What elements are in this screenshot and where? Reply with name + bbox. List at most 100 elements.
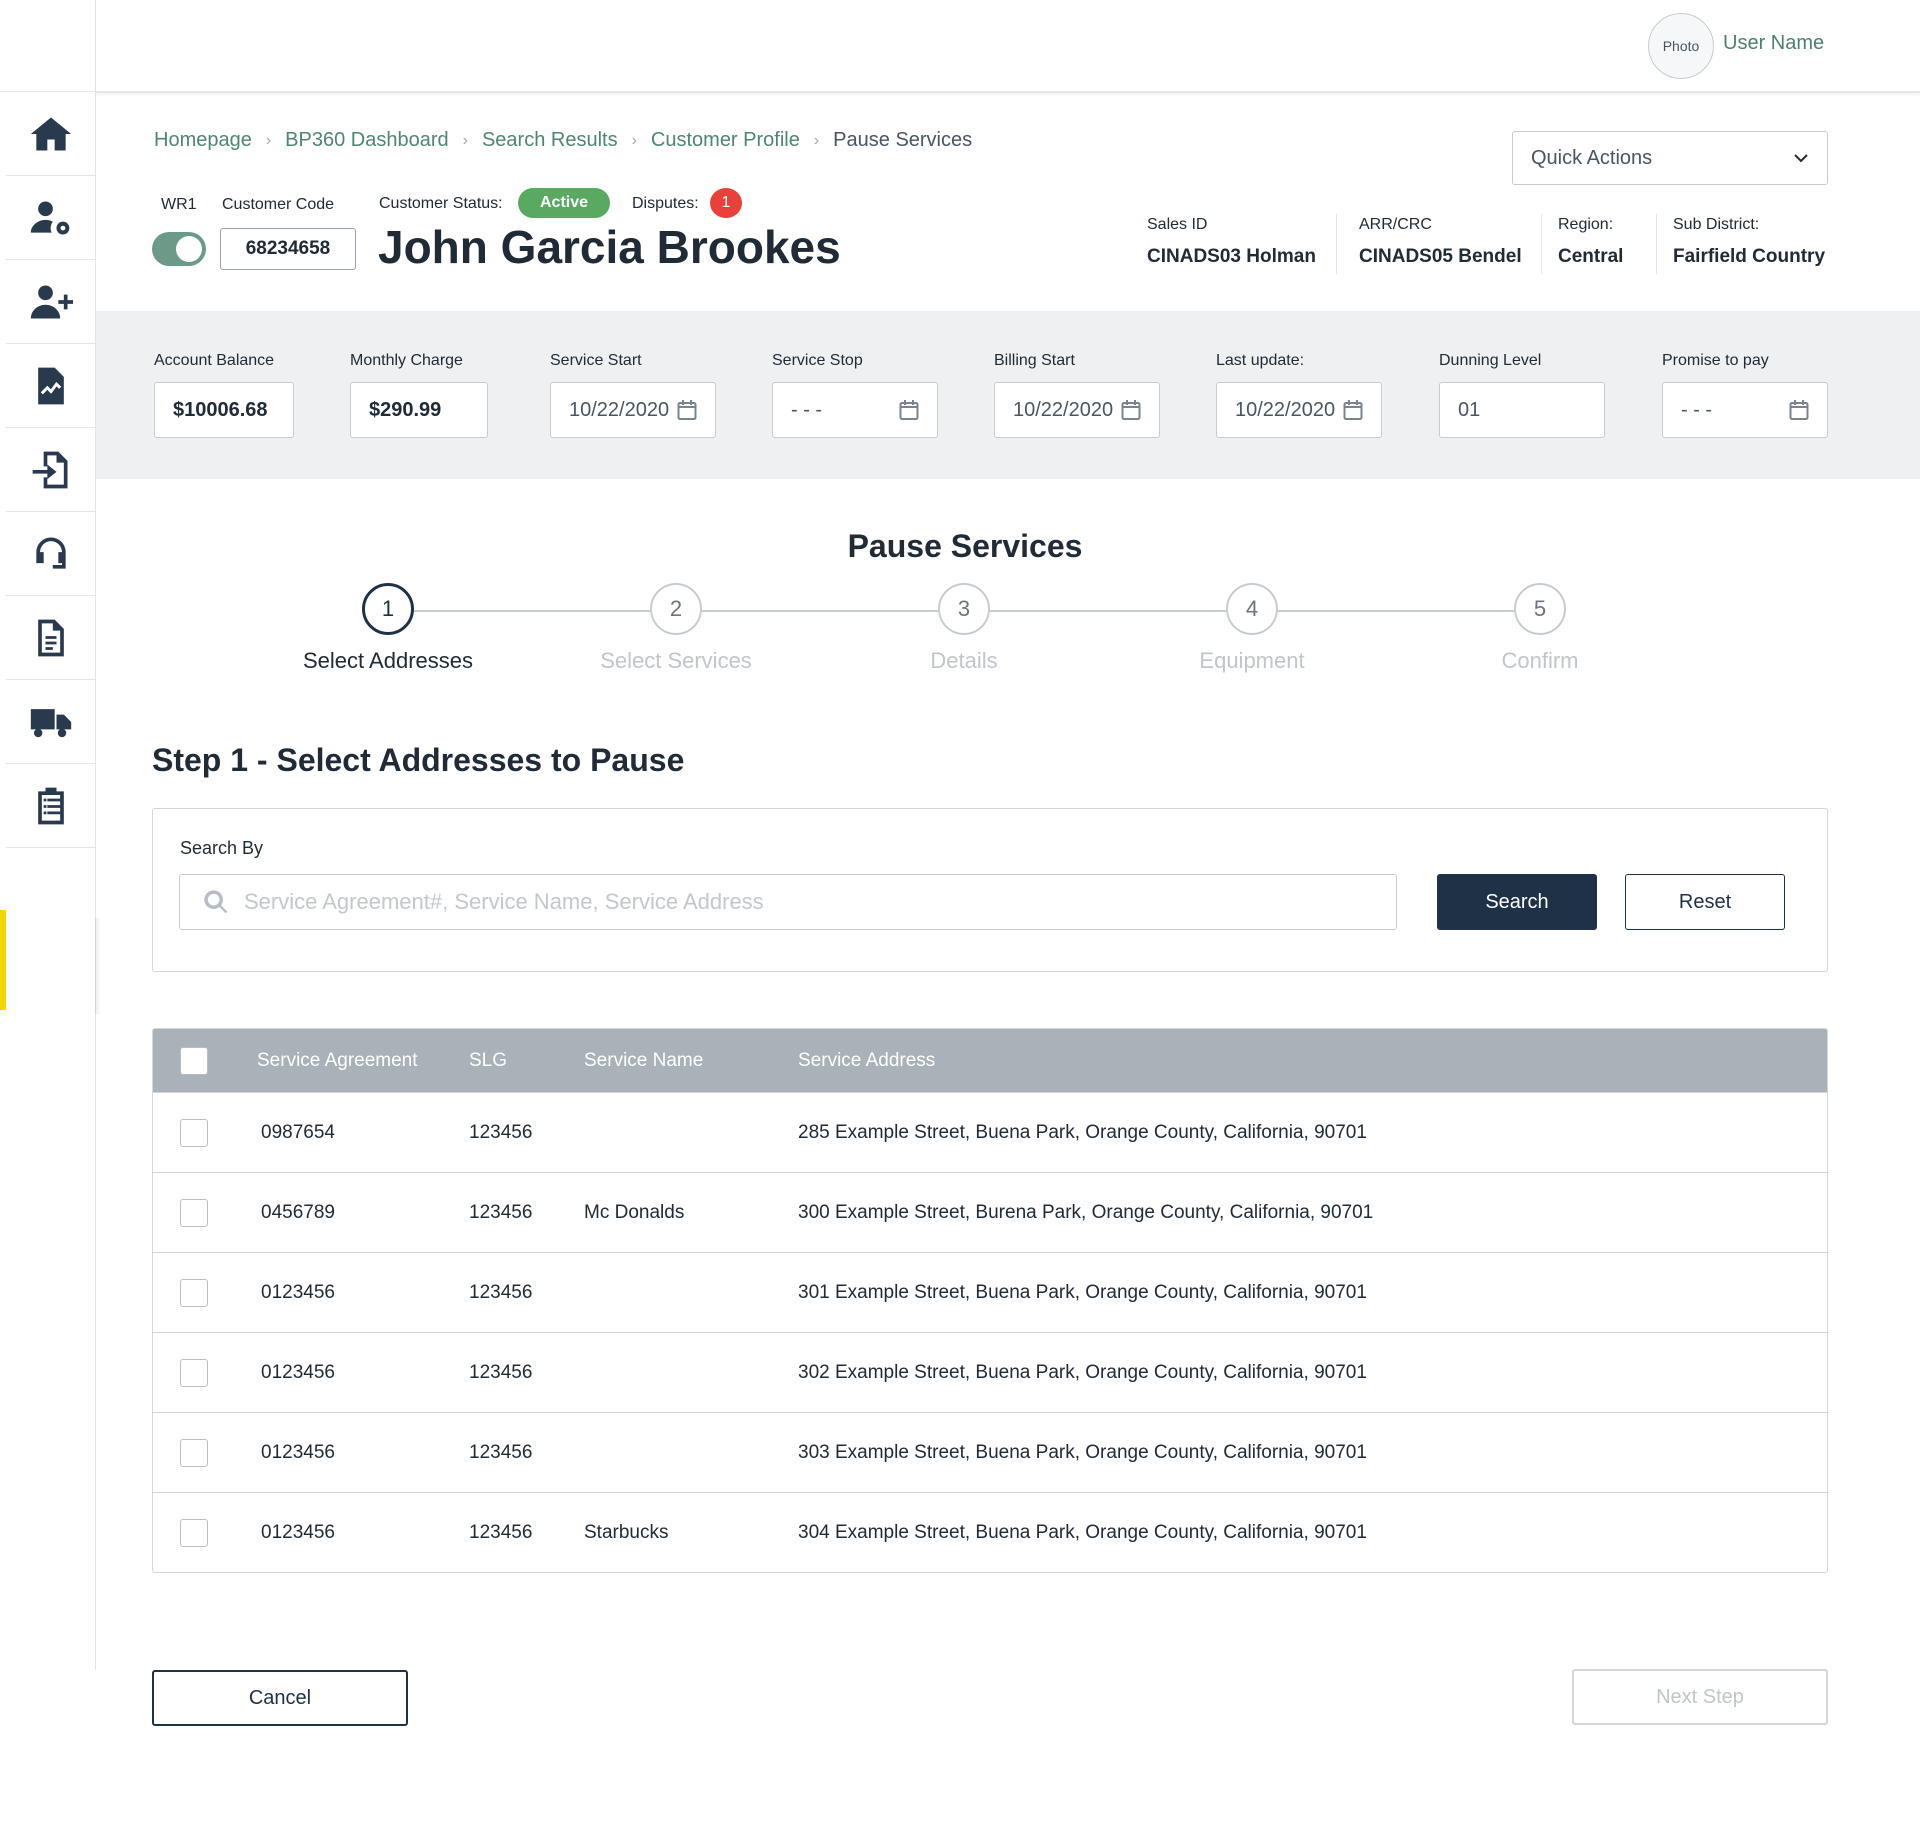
- dunning-level-input[interactable]: 01: [1439, 382, 1605, 438]
- sales-id-value: CINADS03 Holman: [1147, 246, 1316, 267]
- sidebar-item-add-user[interactable]: [6, 260, 95, 344]
- service-start-field: Service Start 10/22/2020: [550, 352, 716, 438]
- service-stop-field: Service Stop - - -: [772, 352, 938, 438]
- search-placeholder: Service Agreement#, Service Name, Servic…: [244, 889, 764, 914]
- row-checkbox[interactable]: [180, 1358, 208, 1387]
- document-icon: [37, 619, 64, 656]
- table-row[interactable]: 0987654 123456 285 Example Street, Buena…: [153, 1092, 1827, 1172]
- table-row[interactable]: 0123456 123456 301 Example Street, Buena…: [153, 1252, 1827, 1332]
- chevron-down-icon: [1794, 154, 1808, 163]
- table-row[interactable]: 0123456 123456 302 Example Street, Buena…: [153, 1332, 1827, 1412]
- user-name[interactable]: User Name: [1723, 32, 1824, 55]
- cell-service-agreement: 0123456: [261, 1361, 335, 1383]
- disputes-count-badge[interactable]: 1: [710, 188, 742, 218]
- sidebar-item-user-settings[interactable]: [6, 176, 95, 260]
- promise-to-pay-value: - - -: [1681, 398, 1713, 421]
- row-checkbox[interactable]: [180, 1518, 208, 1547]
- wr1-toggle[interactable]: [152, 232, 206, 266]
- header-slg[interactable]: SLG: [469, 1050, 507, 1072]
- table-row[interactable]: 0123456 123456 Starbucks 304 Example Str…: [153, 1492, 1827, 1572]
- billing-start-field: Billing Start 10/22/2020: [994, 352, 1160, 438]
- region: Region: Central: [1558, 216, 1623, 268]
- customer-code-label: Customer Code: [222, 196, 335, 213]
- sub-district-label: Sub District:: [1673, 216, 1760, 233]
- step-connector: [414, 610, 650, 612]
- chevron-right-icon: ›: [462, 131, 468, 149]
- search-input[interactable]: Service Agreement#, Service Name, Servic…: [179, 874, 1397, 930]
- side-shadow: [95, 918, 101, 1014]
- row-checkbox[interactable]: [180, 1118, 208, 1147]
- service-start-input[interactable]: 10/22/2020: [550, 382, 716, 438]
- promise-to-pay-input[interactable]: - - -: [1662, 382, 1828, 438]
- calendar-icon[interactable]: [677, 399, 697, 421]
- arr-crc-value: CINADS05 Bendel: [1359, 246, 1522, 267]
- sales-id-label: Sales ID: [1147, 216, 1208, 233]
- add-user-icon: [30, 285, 73, 318]
- breadcrumb-homepage[interactable]: Homepage: [154, 129, 252, 152]
- header-service-address[interactable]: Service Address: [798, 1050, 935, 1072]
- cell-service-agreement: 0123456: [261, 1441, 335, 1463]
- table-row[interactable]: 0123456 123456 303 Example Street, Buena…: [153, 1412, 1827, 1492]
- search-button[interactable]: Search: [1437, 874, 1597, 930]
- cell-service-address: 300 Example Street, Burena Park, Orange …: [798, 1201, 1374, 1223]
- last-update-input[interactable]: 10/22/2020: [1216, 382, 1382, 438]
- next-step-button[interactable]: Next Step: [1572, 1669, 1828, 1725]
- sidebar-item-import[interactable]: [6, 428, 95, 512]
- sidebar-item-delivery[interactable]: [6, 680, 95, 764]
- calendar-icon[interactable]: [899, 399, 919, 421]
- customer-name: John Garcia Brookes: [378, 221, 841, 273]
- last-update-label: Last update:: [1216, 352, 1305, 369]
- import-icon: [32, 451, 67, 488]
- monthly-charge-value: $290.99: [350, 382, 488, 438]
- step-1-indicator[interactable]: 1: [362, 583, 414, 635]
- header-service-agreement[interactable]: Service Agreement: [257, 1050, 418, 1072]
- step-connector: [1278, 610, 1514, 612]
- service-stop-input[interactable]: - - -: [772, 382, 938, 438]
- cell-slg: 123456: [469, 1361, 533, 1383]
- select-all-checkbox[interactable]: [180, 1046, 208, 1075]
- row-checkbox[interactable]: [180, 1438, 208, 1467]
- sidebar-item-reports[interactable]: [6, 344, 95, 428]
- breadcrumb-dashboard[interactable]: BP360 Dashboard: [285, 129, 448, 152]
- disputes-label: Disputes:: [632, 195, 699, 212]
- wr1-label: WR1: [161, 196, 197, 213]
- row-checkbox[interactable]: [180, 1198, 208, 1227]
- avatar[interactable]: Photo: [1648, 13, 1714, 79]
- breadcrumb-current: Pause Services: [833, 129, 973, 151]
- reset-button[interactable]: Reset: [1625, 874, 1785, 930]
- last-update-field: Last update: 10/22/2020: [1216, 352, 1382, 438]
- step-connector: [990, 610, 1226, 612]
- services-table: Service Agreement SLG Service Name Servi…: [152, 1028, 1828, 1573]
- billing-start-input[interactable]: 10/22/2020: [994, 382, 1160, 438]
- sidebar-item-home[interactable]: [6, 92, 95, 176]
- quick-actions-dropdown[interactable]: Quick Actions: [1512, 131, 1828, 185]
- step-1-label: Select Addresses: [303, 648, 473, 673]
- sidebar-item-tasks[interactable]: [6, 764, 95, 848]
- header-service-name[interactable]: Service Name: [584, 1050, 703, 1072]
- account-balance-label: Account Balance: [154, 352, 275, 369]
- sidebar-item-documents[interactable]: [6, 596, 95, 680]
- cell-slg: 123456: [469, 1441, 533, 1463]
- table-row[interactable]: 0456789 123456 Mc Donalds 300 Example St…: [153, 1172, 1827, 1252]
- monthly-charge-label: Monthly Charge: [350, 352, 463, 369]
- home-icon: [30, 117, 71, 150]
- cancel-button[interactable]: Cancel: [152, 1670, 408, 1726]
- row-checkbox[interactable]: [180, 1278, 208, 1307]
- cell-service-address: 285 Example Street, Buena Park, Orange C…: [798, 1121, 1367, 1143]
- breadcrumb-search-results[interactable]: Search Results: [482, 129, 618, 152]
- step-3-indicator: 3: [938, 583, 990, 635]
- calendar-icon[interactable]: [1789, 399, 1809, 421]
- breadcrumb-customer-profile[interactable]: Customer Profile: [651, 129, 800, 152]
- cell-slg: 123456: [469, 1521, 533, 1543]
- calendar-icon[interactable]: [1121, 399, 1141, 421]
- customer-code-value: 68234658: [220, 228, 356, 270]
- divider: [1336, 214, 1337, 274]
- truck-icon: [30, 708, 71, 737]
- cell-service-address: 303 Example Street, Buena Park, Orange C…: [798, 1441, 1367, 1463]
- sub-district-value: Fairfield Country: [1673, 246, 1826, 267]
- feedback-tab[interactable]: [0, 910, 6, 1010]
- calendar-icon[interactable]: [1343, 399, 1363, 421]
- user-settings-icon: [30, 201, 69, 234]
- sub-district: Sub District: Fairfield Country: [1673, 216, 1825, 268]
- step-connector: [702, 610, 938, 612]
